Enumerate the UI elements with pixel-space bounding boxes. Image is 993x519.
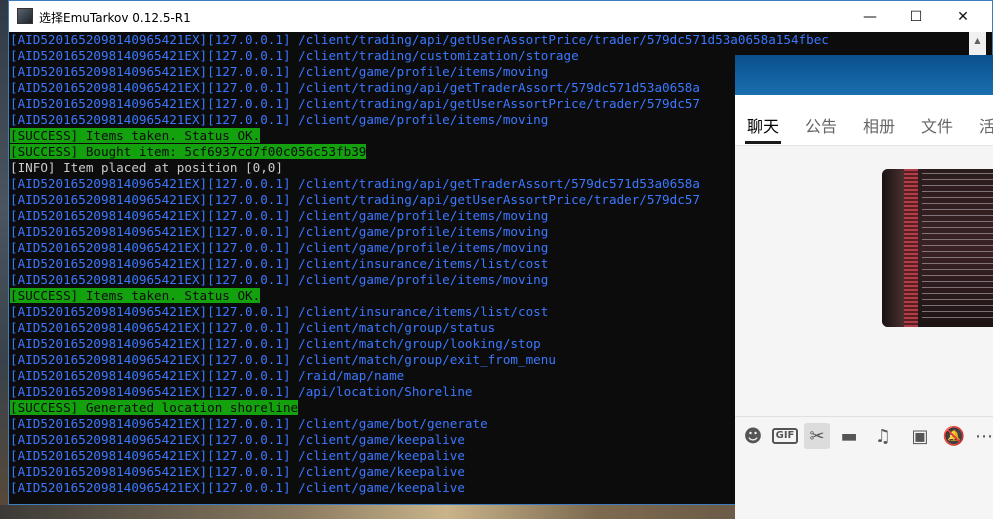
- minimize-icon: —: [863, 8, 877, 25]
- image-thumbnail-edge: [882, 169, 904, 327]
- tab-files[interactable]: 文件: [921, 113, 953, 137]
- bell-off-icon: 🔕: [942, 425, 966, 447]
- desktop-background-left: [0, 0, 8, 519]
- scissors-icon: ✂: [809, 425, 825, 447]
- gif-button[interactable]: GIF: [771, 423, 799, 449]
- chat-tab-bar: 聊天 公告 相册 文件 活: [735, 95, 993, 146]
- console-line-text: [AID5201652098140965421EX][127.0.0.1] /c…: [10, 448, 465, 463]
- console-line-text: [SUCCESS] Generated location shoreline: [10, 400, 299, 415]
- emoji-button[interactable]: ☻: [740, 423, 766, 449]
- console-line-text: [AID5201652098140965421EX][127.0.0.1] /c…: [10, 352, 556, 367]
- console-line-text: [AID5201652098140965421EX][127.0.0.1] /c…: [10, 464, 465, 479]
- more-button[interactable]: ⋯: [971, 423, 993, 449]
- music-button[interactable]: ♫: [870, 423, 896, 449]
- screenshot-button[interactable]: ✂: [804, 423, 830, 449]
- image-thumbnail-strip: [904, 169, 918, 327]
- console-line-text: [AID5201652098140965421EX][127.0.0.1] /c…: [10, 256, 549, 271]
- tab-announcement[interactable]: 公告: [805, 113, 837, 137]
- console-line-text: [AID5201652098140965421EX][127.0.0.1] /c…: [10, 192, 700, 207]
- chat-panel: 聊天 公告 相册 文件 活 ☻ GIF ✂ ▬ ♫ ▣ �: [735, 55, 993, 519]
- tab-album[interactable]: 相册: [863, 113, 895, 137]
- console-line-text: [AID5201652098140965421EX][127.0.0.1] /c…: [10, 48, 579, 63]
- minimize-button[interactable]: —: [847, 1, 893, 32]
- console-line-text: [AID5201652098140965421EX][127.0.0.1] /c…: [10, 432, 465, 447]
- scroll-up-arrow-icon[interactable]: ▲: [969, 32, 986, 49]
- image-icon: ▣: [911, 425, 929, 447]
- console-line-text: [AID5201652098140965421EX][127.0.0.1] /c…: [10, 112, 549, 127]
- music-icon: ♫: [874, 425, 892, 447]
- console-line-text: [INFO] Item placed at position [0,0]: [10, 160, 283, 175]
- console-line-text: [AID5201652098140965421EX][127.0.0.1] /c…: [10, 176, 700, 191]
- console-line-text: [AID5201652098140965421EX][127.0.0.1] /c…: [10, 64, 549, 79]
- console-line-text: [AID5201652098140965421EX][127.0.0.1] /r…: [10, 368, 405, 383]
- tab-chat[interactable]: 聊天: [747, 113, 779, 137]
- app-icon: [17, 8, 33, 24]
- gif-icon: GIF: [771, 428, 799, 444]
- console-line-text: [AID5201652098140965421EX][127.0.0.1] /c…: [10, 240, 549, 255]
- console-line-text: [AID5201652098140965421EX][127.0.0.1] /c…: [10, 480, 465, 495]
- image-button[interactable]: ▣: [907, 423, 933, 449]
- active-tab-indicator: [745, 141, 781, 144]
- console-line-normal: [AID5201652098140965421EX][127.0.0.1] /c…: [9, 32, 969, 48]
- chat-toolbar: ☻ GIF ✂ ▬ ♫ ▣ 🔕 ⋯: [735, 416, 993, 455]
- folder-icon: ▬: [840, 425, 858, 447]
- chat-message-area[interactable]: [735, 146, 993, 416]
- window-title: 选择EmuTarkov 0.12.5-R1: [39, 11, 191, 25]
- console-line-text: [AID5201652098140965421EX][127.0.0.1] /c…: [10, 208, 549, 223]
- console-line-text: [SUCCESS] Items taken. Status OK.: [10, 128, 261, 143]
- chat-header: [735, 55, 993, 95]
- console-line-text: [AID5201652098140965421EX][127.0.0.1] /c…: [10, 224, 549, 239]
- console-line-text: [SUCCESS] Bought item: 5cf6937cd7f00c056…: [10, 144, 367, 159]
- emoji-icon: ☻: [743, 425, 763, 447]
- console-line-text: [AID5201652098140965421EX][127.0.0.1] /c…: [10, 336, 541, 351]
- console-line-text: [AID5201652098140965421EX][127.0.0.1] /c…: [10, 320, 496, 335]
- more-icon: ⋯: [975, 425, 993, 447]
- console-line-text: [SUCCESS] Items taken. Status OK.: [10, 288, 261, 303]
- console-line-text: [AID5201652098140965421EX][127.0.0.1] /c…: [10, 272, 549, 287]
- title-bar[interactable]: 选择EmuTarkov 0.12.5-R1 — ☐ ✕: [9, 1, 992, 32]
- console-line-text: [AID5201652098140965421EX][127.0.0.1] /a…: [10, 384, 473, 399]
- image-thumbnail-lines: [922, 173, 993, 323]
- console-line-text: [AID5201652098140965421EX][127.0.0.1] /c…: [10, 304, 549, 319]
- close-button[interactable]: ✕: [940, 1, 986, 32]
- console-line-text: [AID5201652098140965421EX][127.0.0.1] /c…: [10, 32, 829, 47]
- chat-input-area[interactable]: [735, 454, 993, 519]
- folder-button[interactable]: ▬: [836, 423, 862, 449]
- maximize-icon: ☐: [909, 8, 923, 25]
- maximize-button[interactable]: ☐: [893, 1, 939, 32]
- image-message-thumbnail[interactable]: [882, 169, 993, 327]
- console-line-text: [AID5201652098140965421EX][127.0.0.1] /c…: [10, 96, 700, 111]
- console-line-text: [AID5201652098140965421EX][127.0.0.1] /c…: [10, 416, 488, 431]
- close-icon: ✕: [957, 8, 969, 25]
- tab-activity[interactable]: 活: [979, 113, 993, 137]
- console-line-text: [AID5201652098140965421EX][127.0.0.1] /c…: [10, 80, 700, 95]
- mute-button[interactable]: 🔕: [941, 423, 967, 449]
